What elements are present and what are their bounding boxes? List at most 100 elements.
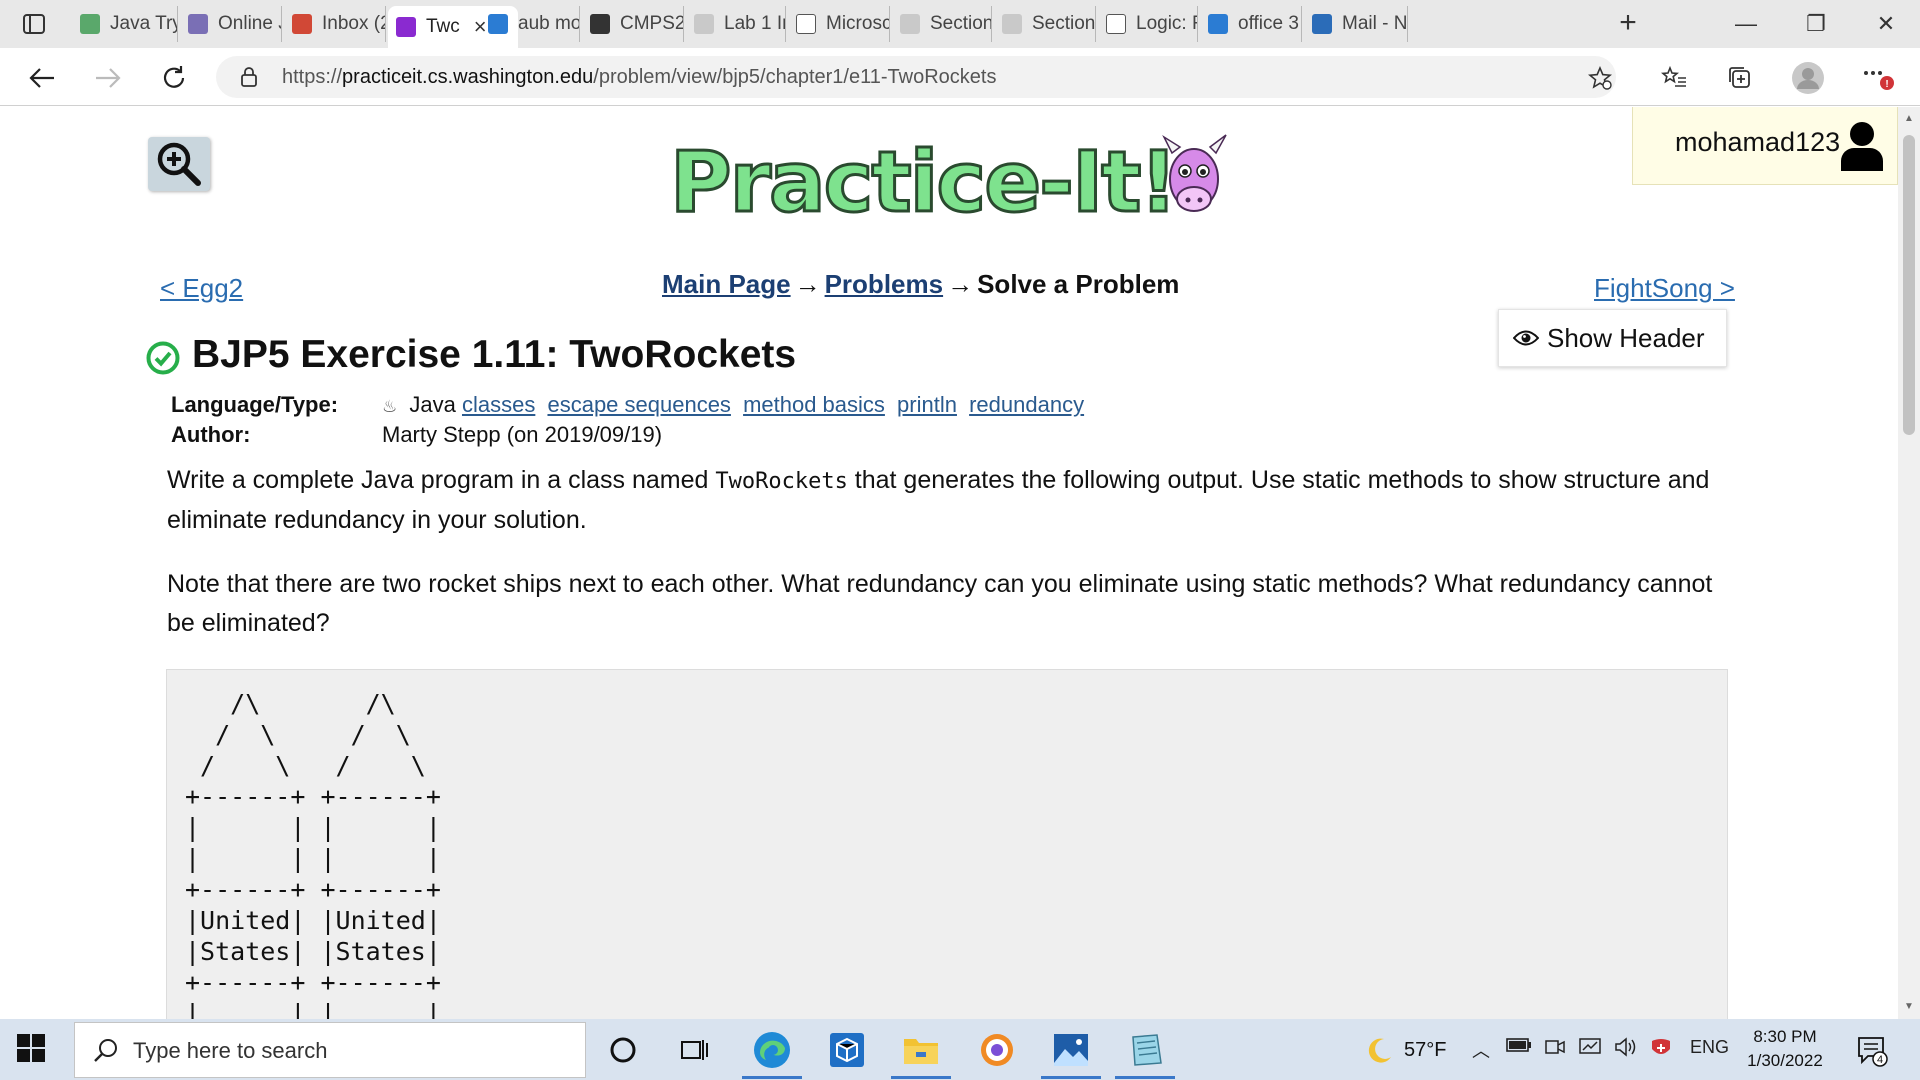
tag-link[interactable]: println (897, 392, 957, 417)
active-app-indicator (891, 1076, 951, 1079)
username[interactable]: mohamad123 (1675, 127, 1840, 158)
breadcrumb-main-page[interactable]: Main Page (662, 269, 791, 299)
browser-tab[interactable]: Microsc (788, 6, 890, 42)
network-icon[interactable] (1578, 1037, 1602, 1062)
tab-actions-icon[interactable] (8, 8, 60, 40)
browser-tab[interactable]: Section (994, 6, 1096, 42)
browser-tab[interactable]: aub mo (480, 6, 580, 42)
browser-tab[interactable]: office 3 (1200, 6, 1302, 42)
search-placeholder: Type here to search (133, 1038, 328, 1063)
url-input[interactable]: https://practiceit.cs.washington.edu/pro… (216, 56, 1616, 98)
outlook-icon (1312, 14, 1332, 34)
browser-tab[interactable]: Mail - N (1304, 6, 1408, 42)
start-button[interactable] (16, 1033, 46, 1068)
page-scrollbar[interactable]: ▲ ▼ (1898, 107, 1920, 1019)
tag-link[interactable]: escape sequences (547, 392, 730, 417)
user-box[interactable]: mohamad123 (1632, 107, 1898, 185)
browser-tab-label: Twc (426, 16, 460, 37)
next-problem-link[interactable]: FightSong > (1594, 273, 1735, 304)
active-app-indicator (1115, 1076, 1175, 1079)
browser-tab[interactable]: CMPS2C (582, 6, 684, 42)
browser-tab-label: office 3 (1238, 13, 1299, 34)
edge-icon (754, 1032, 790, 1068)
scroll-up-icon[interactable]: ▲ (1904, 113, 1914, 124)
language-label: Language/Type: (171, 392, 339, 417)
favorites-icon (1661, 66, 1686, 87)
show-hidden-icons[interactable]: ︿ (1472, 1037, 1490, 1063)
volume-icon[interactable] (1614, 1037, 1640, 1062)
close-window-button[interactable]: ✕ (1866, 8, 1906, 40)
browser-tab[interactable]: Java Try (72, 6, 178, 42)
restore-button[interactable]: ❐ (1796, 8, 1836, 40)
add-favorite-icon[interactable] (1588, 66, 1612, 90)
browser-tab[interactable]: Section (892, 6, 992, 42)
zoom-button[interactable] (148, 137, 210, 191)
taskbar-photos[interactable] (1048, 1027, 1094, 1073)
security-icon[interactable] (1648, 1037, 1674, 1064)
practice-it-logo[interactable]: Practice-It! (664, 127, 1234, 233)
taskbar-search-input[interactable]: Type here to search (74, 1022, 586, 1078)
zoom-in-icon (157, 142, 201, 186)
app-cube-icon (830, 1033, 864, 1067)
forward-button[interactable] (90, 60, 126, 96)
taskbar-app-orange[interactable] (974, 1027, 1020, 1073)
breadcrumb-problems[interactable]: Problems (825, 269, 944, 299)
back-button[interactable] (24, 60, 60, 96)
breadcrumb-current: Solve a Problem (977, 269, 1180, 299)
notification-center-button[interactable]: 4 (1856, 1035, 1888, 1072)
moon-icon (1368, 1038, 1391, 1063)
input-language[interactable]: ENG (1690, 1037, 1729, 1058)
collections-button[interactable] (1722, 60, 1758, 96)
language-value: Java (409, 392, 456, 417)
profile-button[interactable] (1790, 60, 1826, 96)
refresh-button[interactable] (156, 60, 192, 96)
browser-tab[interactable]: Logic: F (1098, 6, 1198, 42)
taskbar-file-explorer[interactable] (898, 1027, 944, 1073)
new-tab-button[interactable]: + (1612, 8, 1644, 40)
weather-widget[interactable]: 57°F (1364, 1035, 1446, 1065)
browser-tab-label: Java Try (110, 13, 178, 34)
url-text: https://practiceit.cs.washington.edu/pro… (282, 66, 997, 88)
expected-output-box: /\ /\ / \ / \ / \ / \ +------+ +------+ … (166, 669, 1728, 1019)
taskbar-app-blue[interactable] (824, 1027, 870, 1073)
bolt-icon (188, 14, 208, 34)
browser-tab-label: Lab 1 Ir (724, 13, 786, 34)
lock-icon (241, 67, 257, 87)
clock[interactable]: 8:30 PM 1/30/2022 (1740, 1025, 1830, 1073)
practiceit-icon (396, 17, 416, 37)
notes-icon (1132, 1034, 1162, 1066)
photos-icon (1054, 1034, 1088, 1066)
browser-tab-label: Microsc (826, 13, 890, 34)
active-app-indicator (742, 1076, 802, 1079)
svg-text:!: ! (1885, 79, 1888, 90)
browser-tab[interactable]: Inbox (2 (284, 6, 386, 42)
previous-problem-link[interactable]: < Egg2 (160, 273, 243, 304)
favorites-button[interactable] (1656, 60, 1692, 96)
taskbar: Type here to search 57°F ︿ ENG 8:30 PM 1… (0, 1019, 1920, 1080)
title-row: BJP5 Exercise 1.11: TwoRockets (146, 333, 796, 377)
show-header-button[interactable]: Show Header (1498, 309, 1727, 367)
taskbar-edge[interactable] (749, 1027, 795, 1073)
tag-link[interactable]: classes (462, 392, 535, 417)
tag-link[interactable]: redundancy (969, 392, 1084, 417)
tab-bar: Java TryOnline JInbox (2Twc×aub moCMPS2C… (0, 0, 1920, 48)
battery-icon[interactable] (1506, 1037, 1532, 1058)
notification-icon: 4 (1858, 1037, 1888, 1067)
task-view-button[interactable] (672, 1027, 718, 1073)
settings-menu-button[interactable]: ! (1860, 60, 1896, 96)
minimize-button[interactable]: — (1726, 8, 1766, 40)
cortana-button[interactable] (600, 1027, 646, 1073)
forward-arrow-icon (96, 68, 121, 88)
browser-tab[interactable]: Lab 1 Ir (686, 6, 786, 42)
breadcrumb-arrow: → (947, 269, 974, 299)
meet-now-icon[interactable] (1544, 1037, 1566, 1062)
scroll-thumb[interactable] (1903, 135, 1915, 435)
browser-tab-label: aub mo (518, 13, 580, 34)
tag-link[interactable]: method basics (743, 392, 885, 417)
author-value: Marty Stepp (on 2019/09/19) (382, 422, 663, 447)
app-circle-icon (981, 1034, 1013, 1066)
browser-tab[interactable]: Online J (180, 6, 282, 42)
scroll-down-icon[interactable]: ▼ (1904, 1001, 1914, 1012)
more-icon: ! (1864, 71, 1894, 90)
taskbar-app-paper[interactable] (1122, 1027, 1168, 1073)
